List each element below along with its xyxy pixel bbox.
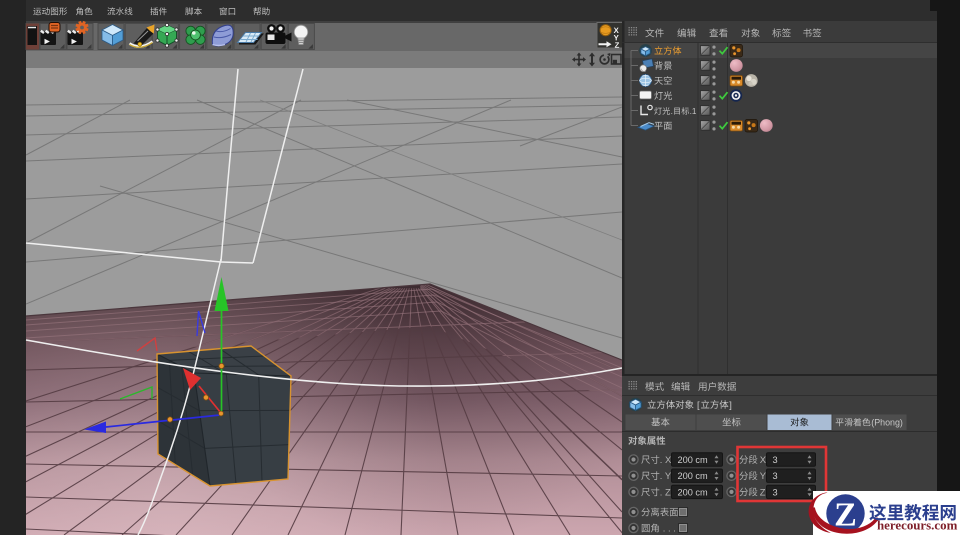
- svg-text:200 cm: 200 cm: [678, 455, 708, 465]
- svg-text:. . .: . . .: [663, 523, 676, 534]
- svg-text:herecours.com: herecours.com: [877, 519, 958, 533]
- svg-text:3: 3: [773, 455, 778, 465]
- svg-text:X: X: [760, 454, 767, 465]
- svg-text:200 cm: 200 cm: [678, 487, 708, 497]
- svg-text:200 cm: 200 cm: [678, 471, 708, 481]
- svg-text:. X: . X: [660, 454, 672, 465]
- svg-text:[: [: [697, 399, 700, 410]
- svg-text:(Phong): (Phong): [871, 418, 903, 428]
- svg-text:3: 3: [773, 471, 778, 481]
- svg-text:Z: Z: [760, 486, 766, 497]
- svg-text:. Y: . Y: [660, 470, 672, 481]
- svg-text:.1: .1: [690, 107, 697, 116]
- svg-text:Y: Y: [760, 470, 767, 481]
- svg-text:.: .: [671, 107, 673, 116]
- svg-text:3: 3: [773, 487, 778, 497]
- svg-text:]: ]: [729, 399, 732, 410]
- svg-text:. Z: . Z: [660, 486, 671, 497]
